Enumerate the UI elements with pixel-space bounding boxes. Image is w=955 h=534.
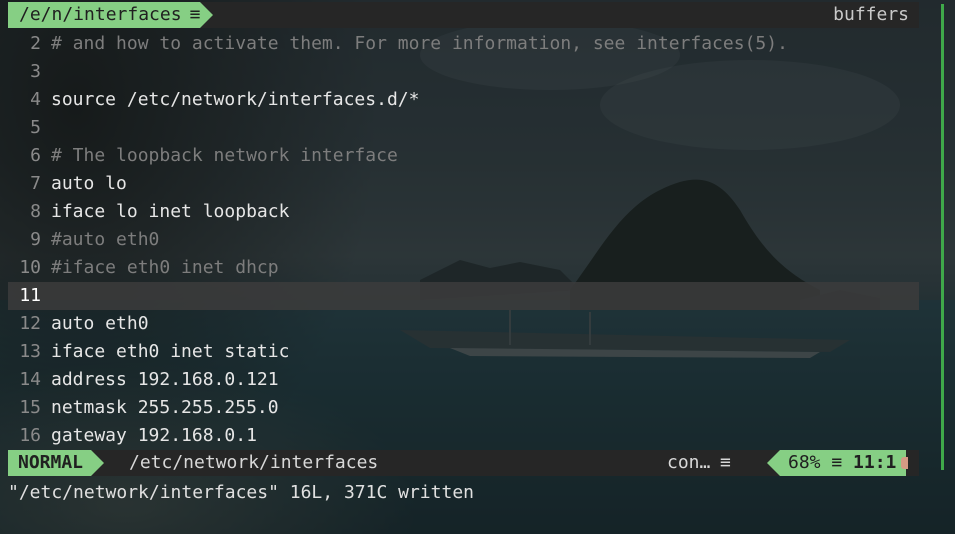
tab-active-buffer[interactable]: /e/n/interfaces ≡: [8, 2, 214, 28]
status-percent: 68%: [788, 452, 821, 473]
editor-line[interactable]: 9 #auto eth0: [8, 226, 919, 254]
line-number: 15: [19, 397, 41, 418]
line-number: 13: [19, 341, 41, 362]
line-number: 4: [30, 89, 41, 110]
line-text: iface eth0 inet static: [51, 341, 290, 362]
editor-pane[interactable]: 2 # and how to activate them. For more in…: [8, 30, 919, 448]
scrollbar[interactable]: [941, 4, 944, 470]
editor-line[interactable]: 10 #iface eth0 inet dhcp: [8, 254, 919, 282]
statusline: NORMAL /etc/network/interfaces con… ≡ 68…: [8, 450, 919, 476]
editor-line[interactable]: 8 iface lo inet loopback: [8, 198, 919, 226]
status-encoding: con…: [667, 452, 711, 473]
line-text: address 192.168.0.121: [51, 369, 279, 390]
command-line-message: "/etc/network/interfaces" 16L, 371C writ…: [8, 482, 474, 503]
line-text: # and how to activate them. For more inf…: [51, 33, 788, 54]
line-number: 12: [19, 313, 41, 334]
line-text: source /etc/network/interfaces.d/*: [51, 89, 420, 110]
line-text: # The loopback network interface: [51, 145, 398, 166]
status-file-path: /etc/network/interfaces: [129, 452, 379, 473]
buffers-label[interactable]: buffers: [833, 2, 909, 28]
line-text: gateway 192.168.0.1: [51, 425, 257, 446]
editor-line[interactable]: 6 # The loopback network interface: [8, 142, 919, 170]
cursor-line[interactable]: 11: [8, 282, 919, 310]
editor-line[interactable]: 13 iface eth0 inet static: [8, 338, 919, 366]
line-text: iface lo inet loopback: [51, 201, 290, 222]
line-number: 16: [19, 425, 41, 446]
line-text: auto lo: [51, 173, 127, 194]
line-number: 11: [19, 285, 41, 306]
line-number: 14: [19, 369, 41, 390]
line-number: 9: [30, 229, 41, 250]
line-count-icon: ≡: [831, 452, 843, 473]
line-number: 8: [30, 201, 41, 222]
editor-line[interactable]: 15 netmask 255.255.255.0: [8, 394, 919, 422]
line-text: #iface eth0 inet dhcp: [51, 257, 279, 278]
file-type-icon: ≡: [189, 4, 201, 25]
status-cursor-position: 11:1: [853, 452, 897, 473]
line-text: netmask 255.255.255.0: [51, 397, 279, 418]
line-number: 7: [30, 173, 41, 194]
status-position: 68% ≡ 11:1: [767, 450, 909, 476]
line-number: 6: [30, 145, 41, 166]
tabline: /e/n/interfaces ≡ buffers: [8, 2, 919, 28]
editor-line[interactable]: 16 gateway 192.168.0.1: [8, 422, 919, 450]
editor-line[interactable]: 3: [8, 58, 919, 86]
editor-line[interactable]: 14 address 192.168.0.121: [8, 366, 919, 394]
line-number: 3: [30, 61, 41, 82]
status-end-cap: [901, 457, 909, 469]
editor-line[interactable]: 7 auto lo: [8, 170, 919, 198]
line-number: 5: [30, 117, 41, 138]
line-text: #auto eth0: [51, 229, 160, 250]
editor-line[interactable]: 2 # and how to activate them. For more in…: [8, 30, 919, 58]
tab-arrow-icon: [200, 2, 214, 28]
line-number: 2: [30, 33, 41, 54]
line-number: 10: [19, 257, 41, 278]
file-format-icon: ≡: [720, 452, 731, 473]
line-text: auto eth0: [51, 313, 149, 334]
editor-line[interactable]: 12 auto eth0: [8, 310, 919, 338]
mode-label: NORMAL: [18, 452, 84, 473]
mode-arrow-icon: [91, 450, 105, 476]
editor-line[interactable]: 4 source /etc/network/interfaces.d/*: [8, 86, 919, 114]
editor-line[interactable]: 5: [8, 114, 919, 142]
mode-indicator: NORMAL: [8, 450, 105, 476]
tab-title: /e/n/interfaces: [19, 4, 182, 25]
position-arrow-icon: [767, 450, 780, 476]
